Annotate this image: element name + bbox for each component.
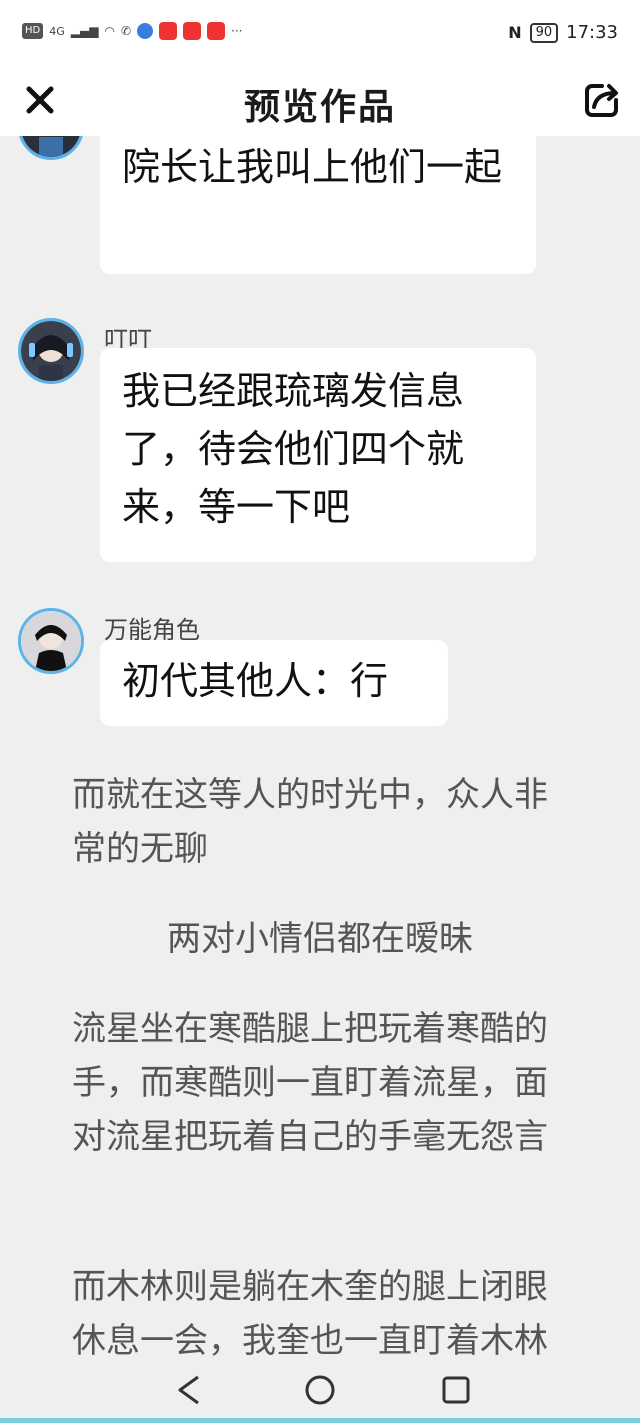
- avatar[interactable]: [18, 318, 84, 384]
- avatar-image: [21, 136, 81, 157]
- bottom-accent-line: [0, 1418, 640, 1423]
- avatar-image: [21, 321, 81, 381]
- system-nav-bar: [0, 1360, 640, 1423]
- status-bar: HD 4G ▂▄▆ ◠ ✆ ··· N 90 17:33: [0, 0, 640, 68]
- message-text: 我已经跟琉璃发信息了，待会他们四个就来，等一下吧: [122, 369, 465, 529]
- message-text: 初代其他人：行: [122, 659, 389, 703]
- status-icons-right: N 90 17:33: [508, 22, 618, 43]
- battery-icon: 90: [529, 22, 559, 43]
- recents-icon[interactable]: [438, 1372, 474, 1408]
- avatar[interactable]: [18, 136, 84, 160]
- narration-text: 而木林则是躺在木奎的腿上闭眼休息一会，我奎也一直盯着木林: [72, 1267, 548, 1361]
- call-icon: ✆: [120, 24, 131, 38]
- chat-content[interactable]: 院长让我叫上他们一起 叮叮 我已经跟琉璃发信息了，待会他们四个就来，等一下吧 万…: [0, 136, 640, 1423]
- message-bubble: 初代其他人：行: [100, 640, 448, 726]
- clock: 17:33: [566, 22, 618, 43]
- weibo-icon: [207, 22, 225, 40]
- home-icon[interactable]: [302, 1372, 338, 1408]
- app-notification-icon: [137, 23, 153, 39]
- narration-text: 两对小情侣都在暧昧: [167, 919, 473, 959]
- avatar-image: [21, 611, 81, 671]
- app-header: 预览作品: [0, 68, 640, 136]
- app-notification-icon: [159, 22, 177, 40]
- message-bubble: 院长让我叫上他们一起: [100, 136, 536, 274]
- message-bubble: 我已经跟琉璃发信息了，待会他们四个就来，等一下吧: [100, 348, 536, 562]
- avatar[interactable]: [18, 608, 84, 674]
- narration-text: 而就在这等人的时光中，众人非常的无聊: [72, 775, 548, 869]
- signal-icon: ▂▄▆: [70, 24, 99, 38]
- app-notification-icon: [183, 22, 201, 40]
- narration-text: 流星坐在寒酷腿上把玩着寒酷的手，而寒酷则一直盯着流星，面对流星把玩着自己的手毫无…: [72, 1009, 548, 1157]
- network-type: 4G: [49, 24, 65, 38]
- more-notifications-icon: ···: [231, 24, 243, 38]
- nfc-icon: N: [508, 23, 522, 42]
- back-icon[interactable]: [172, 1372, 208, 1408]
- page-title: 预览作品: [243, 87, 396, 128]
- wifi-icon: ◠: [104, 24, 115, 38]
- share-icon[interactable]: [582, 80, 622, 120]
- message-text: 院长让我叫上他们一起: [122, 145, 503, 189]
- hd-indicator: HD: [22, 23, 44, 39]
- status-icons-left: HD 4G ▂▄▆ ◠ ✆ ···: [22, 22, 242, 40]
